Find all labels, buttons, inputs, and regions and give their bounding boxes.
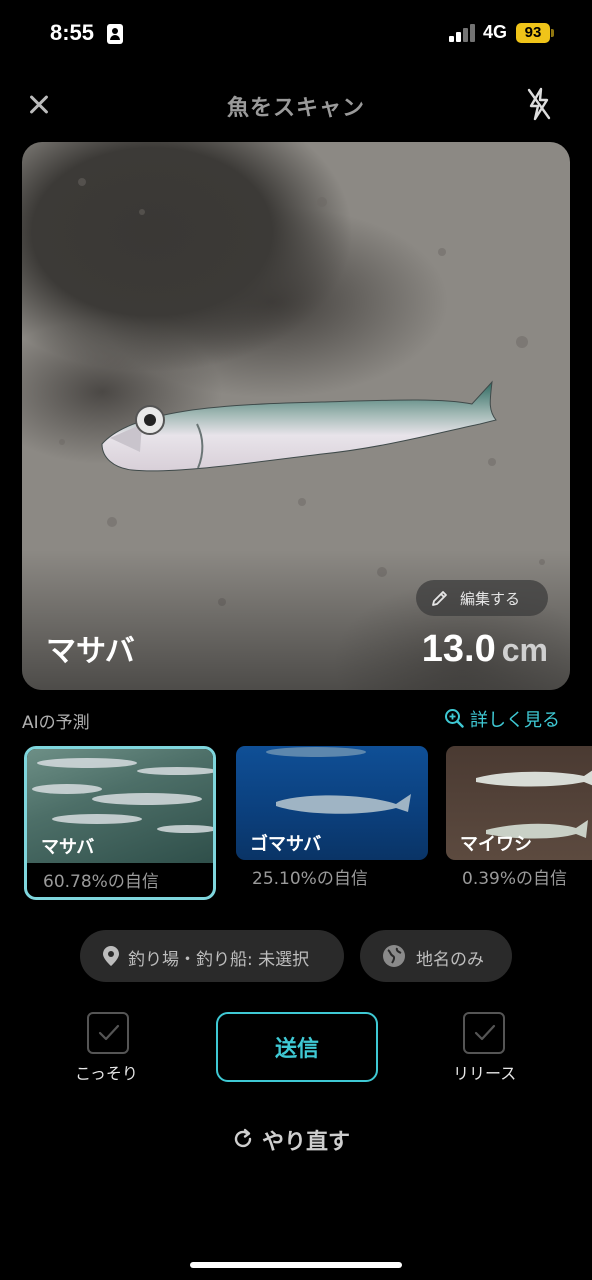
globe-icon [383,945,405,967]
release-label: リリース [453,1064,517,1083]
length-unit: cm [501,632,548,668]
place-name-label: 地名のみ [416,950,484,970]
fishing-spot-label: 釣り場・釣り船: 未選択 [128,950,310,970]
candidate-confidence: 60.78%の自信 [43,872,159,892]
flash-off-icon[interactable] [522,86,556,122]
contact-card-icon [107,24,123,44]
edit-label: 編集する [460,590,521,608]
scan-header: 魚をスキャン [0,80,592,128]
pencil-icon [432,591,447,606]
fish-photo: 編集する マサバ 13.0 cm [22,142,570,690]
signal-icon [449,24,477,42]
edit-button[interactable]: 編集する [416,580,548,616]
prediction-card-gomasaba[interactable]: ゴマサバ 25.10%の自信 [236,746,428,900]
location-pin-icon [103,946,119,966]
candidate-confidence: 25.10%の自信 [252,869,368,889]
release-checkbox[interactable] [463,1012,505,1054]
candidate-name: マイワシ [460,834,532,855]
maiwashi-thumbnail: マイワシ [446,746,592,860]
status-bar: 8:55 4G 93 [0,0,592,66]
page-title: 魚をスキャン [226,96,365,121]
fish-length: 13.0 cm [422,628,548,671]
prediction-cards: マサバ 60.78%の自信 ゴマサバ 25.10%の自信 マイワシ 0.39%の… [0,746,592,906]
details-label: 詳しく見る [470,710,560,731]
secret-checkbox[interactable] [87,1012,129,1054]
prediction-card-masaba[interactable]: マサバ 60.78%の自信 [24,746,216,900]
check-icon [98,1024,120,1041]
send-button[interactable]: 送信 [216,1012,378,1082]
candidate-name: ゴマサバ [250,834,322,855]
species-name: マサバ [46,634,135,669]
network-type: 4G [483,22,508,42]
refresh-icon [234,1128,252,1148]
fishing-spot-pill[interactable]: 釣り場・釣り船: 未選択 [80,930,344,982]
ai-prediction-label: AIの予測 [22,713,90,733]
zoom-in-icon [445,709,464,728]
check-icon [474,1024,496,1041]
retry-label: やり直す [262,1130,351,1155]
battery-tip [551,29,554,37]
home-indicator[interactable] [190,1262,402,1268]
masaba-thumbnail: マサバ [27,749,213,863]
secret-label: こっそり [75,1064,138,1083]
status-time: 8:55 [50,20,95,45]
prediction-card-maiwashi[interactable]: マイワシ 0.39%の自信 [446,746,592,900]
length-value: 13.0 [421,628,496,670]
place-name-pill[interactable]: 地名のみ [360,930,512,982]
candidate-name: マサバ [41,837,95,858]
gomasaba-thumbnail: ゴマサバ [236,746,428,860]
candidate-confidence: 0.39%の自信 [462,869,568,889]
battery-indicator: 93 [516,23,550,43]
